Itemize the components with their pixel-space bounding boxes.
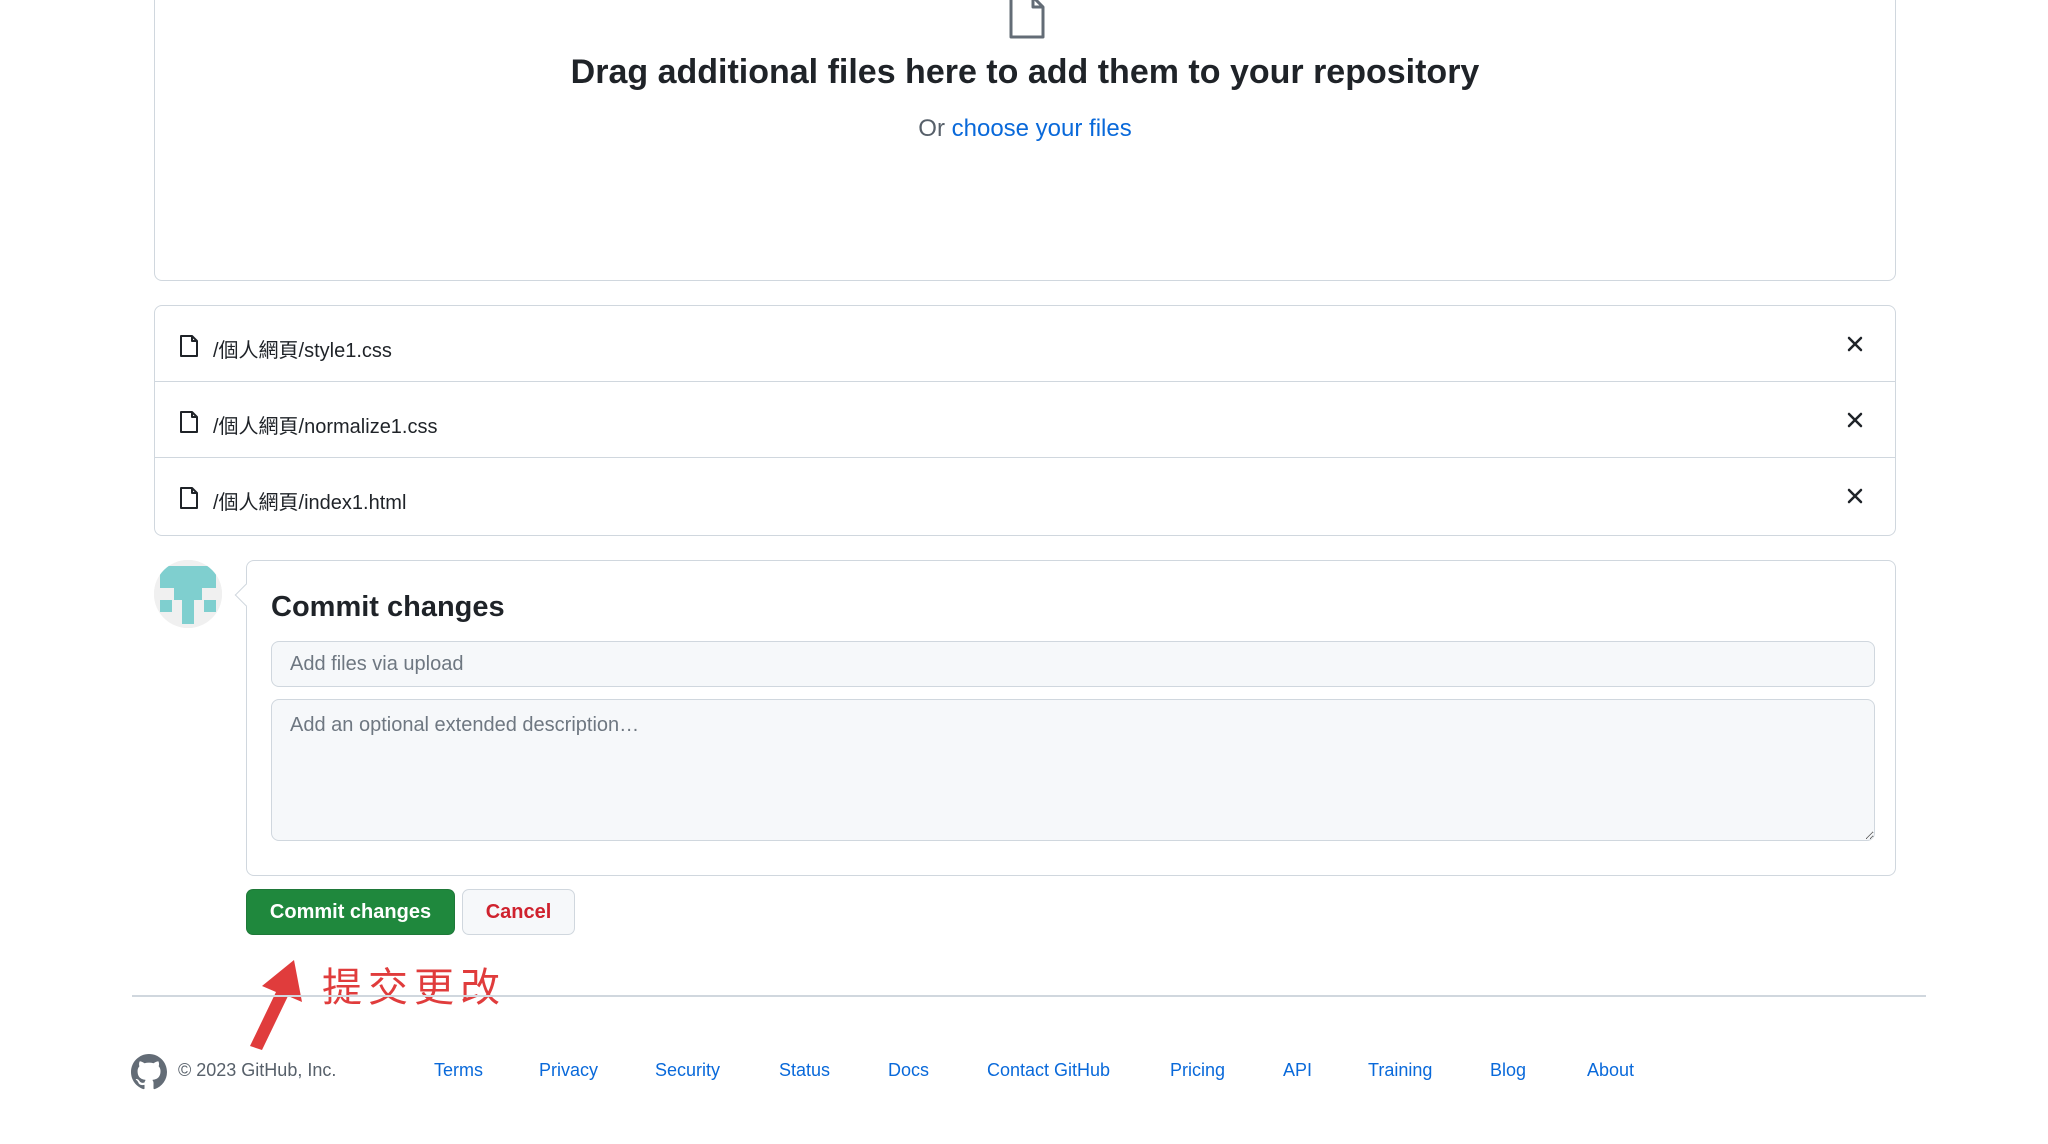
commit-heading: Commit changes — [271, 591, 505, 623]
commit-summary-input[interactable] — [271, 641, 1875, 687]
footer-link-about[interactable]: About — [1587, 1060, 1634, 1081]
file-icon — [180, 335, 198, 357]
close-icon[interactable] — [1843, 408, 1867, 432]
commit-changes-button[interactable]: Commit changes — [246, 889, 455, 935]
footer-link-security[interactable]: Security — [655, 1060, 720, 1081]
upload-dropzone[interactable]: Drag additional files here to add them t… — [154, 0, 1896, 281]
dropzone-subtitle: Or choose your files — [155, 115, 1895, 143]
identicon — [154, 560, 222, 628]
file-row: /個人網頁/normalize1.css — [155, 382, 1895, 458]
dropzone-title: Drag additional files here to add them t… — [570, 53, 1480, 91]
commit-description-input[interactable] — [271, 699, 1875, 841]
footer-link-terms[interactable]: Terms — [434, 1060, 483, 1081]
footer-divider — [132, 995, 1926, 997]
file-row: /個人網頁/style1.css — [155, 306, 1895, 382]
cancel-button[interactable]: Cancel — [462, 889, 575, 935]
footer-link-api[interactable]: API — [1283, 1060, 1312, 1081]
file-row: /個人網頁/index1.html — [155, 458, 1895, 534]
or-text: Or — [918, 115, 945, 142]
github-logo-icon[interactable] — [131, 1054, 167, 1090]
close-icon[interactable] — [1843, 484, 1867, 508]
choose-files-link[interactable]: choose your files — [952, 115, 1132, 142]
file-name: /個人網頁/normalize1.css — [213, 416, 438, 438]
file-name: /個人網頁/style1.css — [213, 340, 392, 362]
close-icon[interactable] — [1843, 332, 1867, 356]
file-name: /個人網頁/index1.html — [213, 492, 407, 514]
uploaded-file-list: /個人網頁/style1.css /個人網頁/normalize1.css /個… — [154, 305, 1896, 536]
file-icon — [180, 411, 198, 433]
footer-link-status[interactable]: Status — [779, 1060, 830, 1081]
footer-link-pricing[interactable]: Pricing — [1170, 1060, 1225, 1081]
footer-link-training[interactable]: Training — [1368, 1060, 1432, 1081]
copyright-text: © 2023 GitHub, Inc. — [178, 1060, 337, 1080]
footer-link-docs[interactable]: Docs — [888, 1060, 929, 1081]
annotation-label: 提交更改 — [322, 965, 506, 1011]
file-icon — [1009, 0, 1045, 39]
footer-link-privacy[interactable]: Privacy — [539, 1060, 598, 1081]
avatar[interactable] — [154, 560, 222, 628]
commit-form: Commit changes — [234, 560, 1896, 876]
footer-link-blog[interactable]: Blog — [1490, 1060, 1526, 1081]
footer-link-contact[interactable]: Contact GitHub — [987, 1060, 1110, 1081]
speech-pointer — [234, 583, 258, 607]
arrow-up-right-icon — [250, 960, 302, 1050]
file-icon — [180, 487, 198, 509]
